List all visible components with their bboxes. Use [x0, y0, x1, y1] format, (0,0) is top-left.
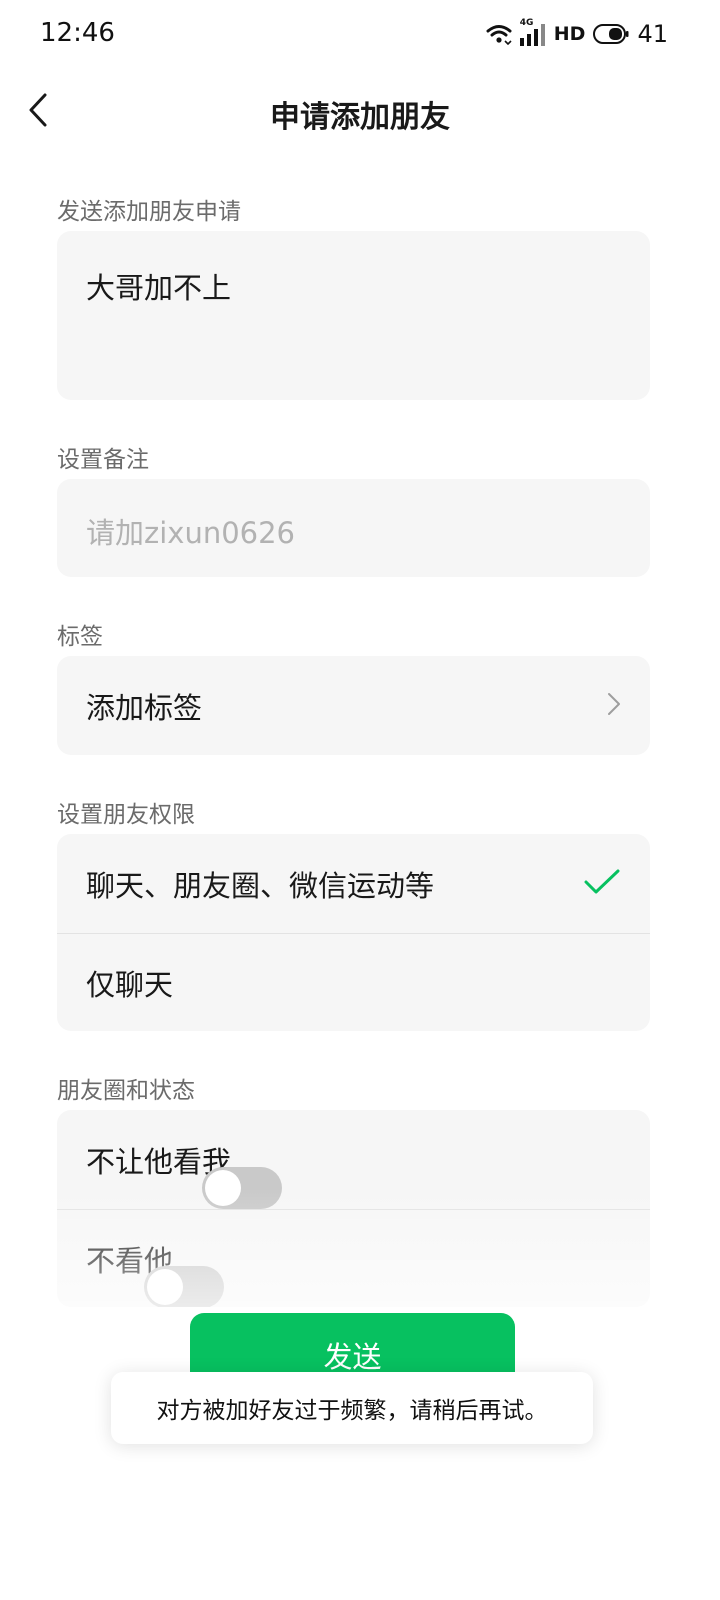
permissions-group: 聊天、朋友圈、微信运动等 仅聊天	[57, 834, 650, 1031]
check-icon	[583, 868, 621, 900]
hd-indicator: HD	[553, 23, 586, 45]
add-tag-label: 添加标签	[86, 690, 203, 725]
tags-section-label: 标签	[57, 624, 103, 650]
chevron-right-icon	[607, 692, 621, 720]
request-section-label: 发送添加朋友申请	[57, 199, 241, 225]
request-message-field[interactable]: 大哥加不上	[57, 231, 650, 400]
toast-message: 对方被加好友过于频繁，请稍后再试。	[111, 1372, 593, 1444]
hide-my-moments-toggle[interactable]	[202, 1167, 283, 1209]
battery-level: 41	[637, 20, 668, 48]
toggle-knob	[205, 1170, 242, 1206]
toggle-knob	[147, 1269, 184, 1305]
signal-icon: 4G	[519, 18, 546, 46]
moments-section-label: 朋友圈和状态	[57, 1078, 195, 1104]
moments-group: 不让他看我 不看他	[57, 1110, 650, 1307]
permission-option-label: 聊天、朋友圈、微信运动等	[86, 868, 435, 903]
hide-my-moments-row: 不让他看我	[57, 1110, 650, 1209]
battery-icon	[593, 24, 629, 44]
request-message-text: 大哥加不上	[86, 271, 232, 305]
remark-input[interactable]: 请加zixun0626	[57, 479, 650, 577]
permissions-section-label: 设置朋友权限	[57, 802, 195, 828]
remark-placeholder: 请加zixun0626	[86, 516, 296, 550]
nav-bar: 申请添加朋友	[0, 76, 720, 148]
permission-option-label: 仅聊天	[86, 968, 174, 1002]
status-bar: 12:46 4G HD 41	[0, 0, 720, 68]
remark-section-label: 设置备注	[57, 447, 149, 473]
permission-option-chat-only[interactable]: 仅聊天	[57, 933, 650, 1031]
status-time: 12:46	[40, 18, 115, 48]
add-tag-row[interactable]: 添加标签	[57, 656, 650, 755]
hide-their-moments-row: 不看他	[57, 1209, 650, 1307]
hide-their-moments-toggle[interactable]	[144, 1266, 225, 1307]
permission-option-all[interactable]: 聊天、朋友圈、微信运动等	[57, 834, 650, 933]
network-type: 4G	[519, 18, 534, 28]
wifi-icon	[486, 23, 512, 45]
page-title: 申请添加朋友	[270, 100, 450, 135]
status-icons: 4G HD 41	[486, 18, 668, 50]
